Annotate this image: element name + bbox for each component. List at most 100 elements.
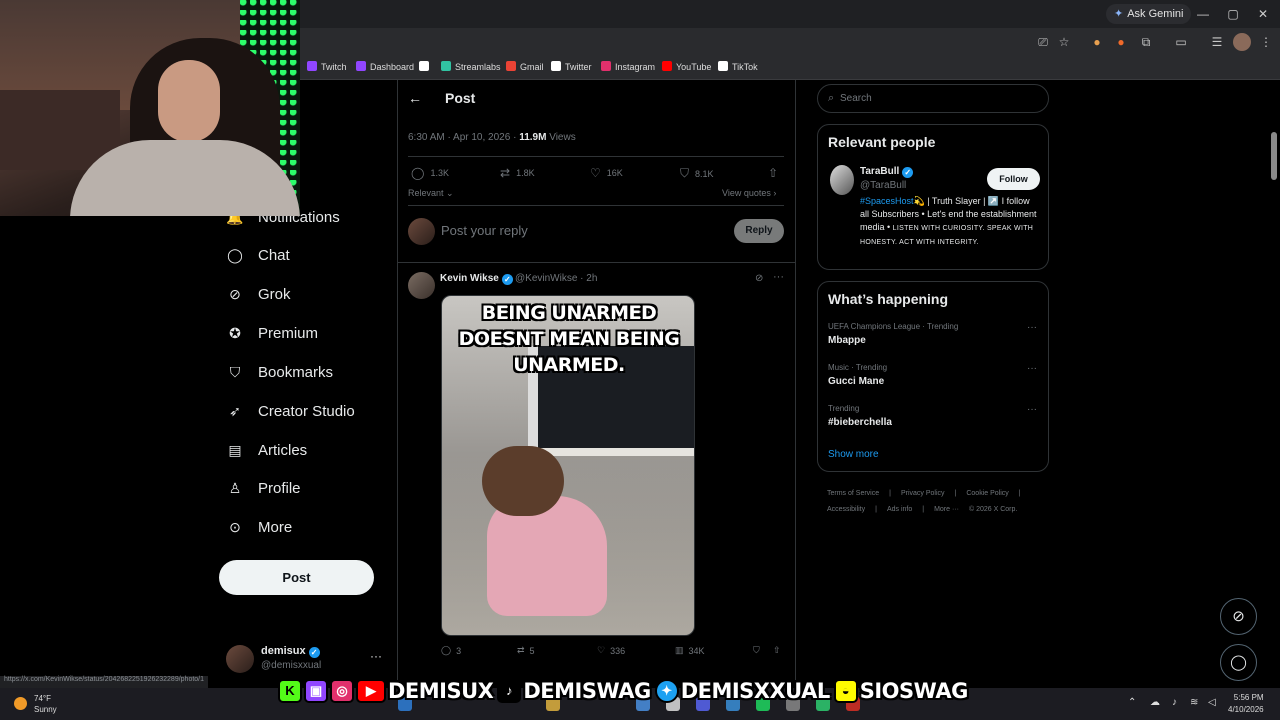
footer-link[interactable]: Privacy Policy xyxy=(901,490,945,497)
author-name-text: Kevin Wikse xyxy=(440,273,499,284)
bookmark-item[interactable]: Instagram xyxy=(601,60,655,74)
bookmark-item[interactable]: Streamlabs xyxy=(441,60,501,74)
verified-badge-icon: ✓ xyxy=(308,647,320,658)
bookmark-count: 8.1K xyxy=(695,168,714,179)
bookmark-item[interactable] xyxy=(419,60,433,74)
tab-search-icon[interactable]: ▭ xyxy=(1172,33,1190,51)
nav-item-articles[interactable]: ▤ Articles xyxy=(226,438,307,462)
browser-menu-icon[interactable]: ⋮ xyxy=(1257,33,1275,51)
extension-icon[interactable]: ● xyxy=(1088,33,1106,51)
search-input[interactable]: ⌕ Search xyxy=(817,84,1049,113)
avatar[interactable] xyxy=(408,272,435,299)
reply-input[interactable]: Post your reply xyxy=(441,223,528,238)
more-dots-icon[interactable]: ··· xyxy=(1027,322,1037,333)
like-action[interactable]: ♡ 16K xyxy=(590,166,623,180)
nav-label: Premium xyxy=(258,324,319,342)
bookmark-item[interactable]: Twitch xyxy=(307,60,347,74)
grok-icon[interactable]: ⊘ xyxy=(1220,598,1257,635)
post-button[interactable]: Post xyxy=(219,560,374,595)
footer-link[interactable]: Ads info xyxy=(887,506,912,513)
trend-item[interactable]: Gucci Mane xyxy=(828,376,884,387)
tweet-author-name[interactable]: Kevin Wikse ✓ xyxy=(440,273,513,285)
account-name: demisux ✓ xyxy=(261,645,320,658)
chevron-up-icon[interactable]: ⌃ xyxy=(1128,697,1136,708)
snapchat-handle: SIOSWAG xyxy=(859,679,969,703)
more-dots-icon[interactable]: ··· xyxy=(370,649,382,663)
reading-list-icon[interactable]: ☰ xyxy=(1208,33,1226,51)
more-dots-icon[interactable]: ··· xyxy=(773,271,784,283)
weather-widget[interactable]: 74°F Sunny xyxy=(34,693,57,715)
chat-icon[interactable]: ◯ xyxy=(1220,644,1257,681)
reply-action[interactable]: ◯ 3 xyxy=(441,645,461,656)
bookmark-item[interactable]: YouTube xyxy=(662,60,711,74)
nav-item-profile[interactable]: ♙ Profile xyxy=(226,476,301,500)
minimize-icon[interactable]: — xyxy=(1188,4,1218,24)
reply-action[interactable]: ◯ 1.3K xyxy=(411,166,449,180)
repost-action[interactable]: ⇄ 1.8K xyxy=(500,166,535,180)
repost-action[interactable]: ⇄ 5 xyxy=(517,645,535,656)
ask-gemini-button[interactable]: ✦ Ask Gemini xyxy=(1106,4,1192,24)
reply-icon: ◯ xyxy=(441,645,452,655)
back-arrow-icon[interactable]: ← xyxy=(408,90,422,106)
bio-hashtag[interactable]: #SpacesHost xyxy=(860,196,914,206)
nav-item-more[interactable]: ⊙ More xyxy=(226,515,292,539)
nav-item-premium[interactable]: ✪ Premium xyxy=(226,321,318,345)
footer-link[interactable]: Accessibility xyxy=(827,506,865,513)
system-clock[interactable]: 5:56 PM 4/10/2026 xyxy=(1228,692,1264,716)
wifi-icon[interactable]: ≋ xyxy=(1190,697,1198,708)
media-child-head xyxy=(482,446,564,516)
star-bookmark-icon[interactable]: ☆ xyxy=(1055,33,1073,51)
scrollbar-thumb[interactable] xyxy=(1271,132,1277,180)
person-name[interactable]: TaraBull ✓ xyxy=(860,166,914,178)
close-window-icon[interactable]: ✕ xyxy=(1248,4,1278,24)
footer-link[interactable]: Cookie Policy xyxy=(966,490,1008,497)
cloud-icon[interactable]: ☁ xyxy=(1150,697,1160,708)
bookmark-item[interactable]: Gmail xyxy=(506,60,544,74)
footer-link[interactable]: Terms of Service xyxy=(827,490,879,497)
extension-icon[interactable]: ● xyxy=(1112,33,1130,51)
grok-icon[interactable]: ⊘ xyxy=(755,273,763,284)
show-more-link[interactable]: Show more xyxy=(828,449,879,460)
footer-link[interactable]: More ··· xyxy=(934,506,959,513)
nav-item-creator-studio[interactable]: ➶ Creator Studio xyxy=(226,399,355,423)
cast-icon[interactable]: ⎚ xyxy=(1034,33,1052,51)
microphone-icon[interactable]: ♪ xyxy=(1172,697,1177,708)
nav-item-bookmarks[interactable]: ⛉ Bookmarks xyxy=(226,360,333,384)
bookmark-item[interactable]: TikTok xyxy=(718,60,758,74)
nav-item-chat[interactable]: ◯ Chat xyxy=(226,243,290,267)
bookmark-item[interactable]: Dashboard xyxy=(356,60,414,74)
kick-icon: K xyxy=(278,679,302,703)
more-dots-icon[interactable]: ··· xyxy=(1027,363,1037,374)
share-action[interactable]: ⇧ xyxy=(773,645,781,656)
bookmark-action[interactable]: ⛉ xyxy=(753,645,760,656)
more-dots-icon[interactable]: ··· xyxy=(1027,404,1037,415)
account-switcher[interactable]: demisux ✓ @demisxxual ··· xyxy=(226,643,386,675)
tweet-media[interactable]: BEING UNARMED DOESNT MEAN BEING UNARMED. xyxy=(441,295,695,636)
bookmark-action[interactable]: ⛉ 8.1K xyxy=(680,166,714,181)
nav-item-grok[interactable]: ⊘ Grok xyxy=(226,282,291,306)
nav-label: Grok xyxy=(258,285,291,303)
verified-badge-icon: ✓ xyxy=(902,167,914,178)
share-action[interactable]: ⇧ xyxy=(768,166,778,180)
screen: ✦ Ask Gemini — ▢ ✕ ⎚ ☆ ● ● ⧉ ▭ ☰ ⋮ Twitch… xyxy=(0,0,1280,720)
profile-avatar[interactable] xyxy=(1233,33,1251,51)
person-bio: #SpacesHost💫 | Truth Slayer | ↗️ I follo… xyxy=(860,195,1040,249)
views-action[interactable]: ▥ 34K xyxy=(675,645,705,656)
extensions-puzzle-icon[interactable]: ⧉ xyxy=(1137,33,1155,51)
trend-item[interactable]: #bieberchella xyxy=(828,417,892,428)
follow-button[interactable]: Follow xyxy=(987,168,1040,190)
bookmark-favicon-icon xyxy=(307,61,317,71)
view-quotes-link[interactable]: View quotes › xyxy=(722,188,776,198)
trend-item[interactable]: Mbappe xyxy=(828,335,866,346)
meme-caption: BEING UNARMED DOESNT MEAN BEING UNARMED. xyxy=(458,302,680,376)
maximize-icon[interactable]: ▢ xyxy=(1218,4,1248,24)
like-action[interactable]: ♡ 336 xyxy=(597,645,625,656)
volume-icon[interactable]: ◁ xyxy=(1208,697,1216,708)
reply-sort-dropdown[interactable]: Relevant ⌄ xyxy=(408,188,454,199)
reply-button[interactable]: Reply xyxy=(734,219,784,243)
trend-category: Music · Trending xyxy=(828,363,888,372)
weather-condition: Sunny xyxy=(34,705,57,714)
bookmark-label: YouTube xyxy=(676,62,712,72)
bookmark-item[interactable]: Twitter xyxy=(551,60,592,74)
avatar[interactable] xyxy=(830,165,854,195)
